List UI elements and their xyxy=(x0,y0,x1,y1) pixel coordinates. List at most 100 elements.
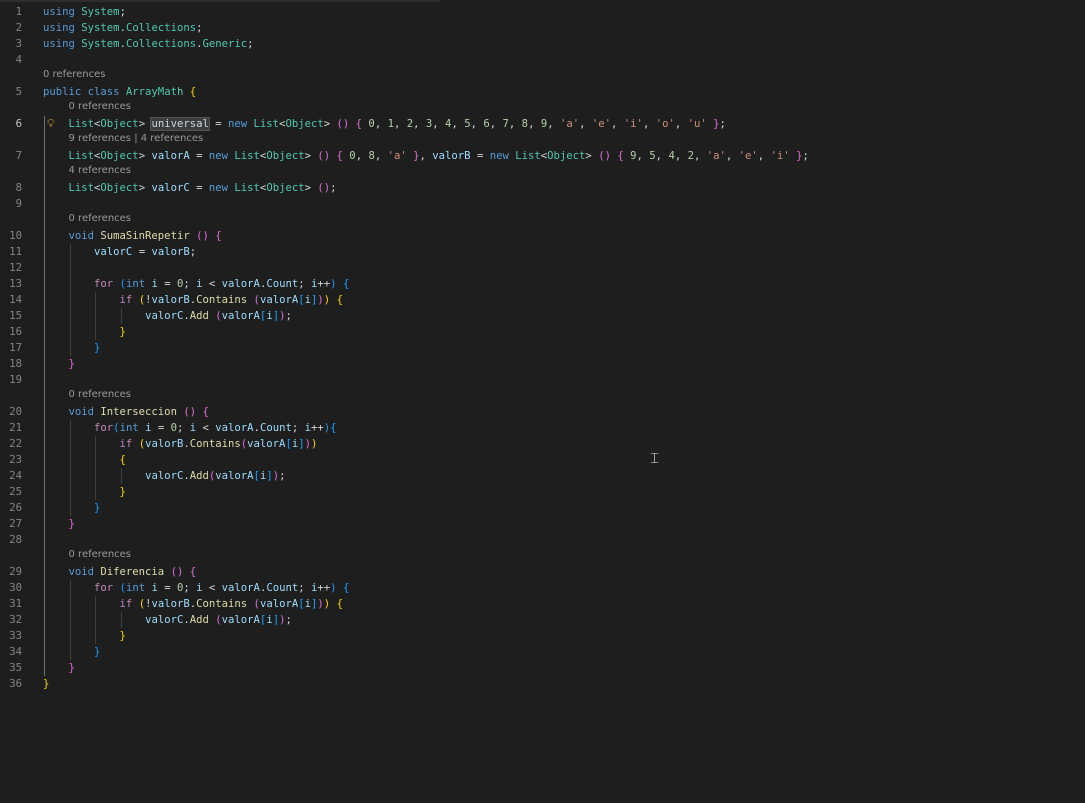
code-line[interactable]: 5 public class ArrayMath { xyxy=(0,84,1085,100)
codelens-references[interactable]: 0 references xyxy=(69,387,132,403)
code-line[interactable]: 31 if (!valorB.Contains (valorA[i])) { xyxy=(0,596,1085,612)
codelens-references[interactable]: 4 references xyxy=(69,163,132,179)
code-text[interactable]: valorC.Add(valorA[i]); xyxy=(43,468,285,484)
code-line[interactable]: 36} xyxy=(0,676,1085,692)
code-line[interactable]: 10 void SumaSinRepetir () { xyxy=(0,228,1085,244)
code-text[interactable]: List<Object> valorA = new List<Object> (… xyxy=(43,148,809,164)
code-text[interactable]: if (!valorB.Contains (valorA[i])) { xyxy=(43,292,343,308)
code-text[interactable]: if (valorB.Contains(valorA[i])) xyxy=(43,436,318,452)
code-line[interactable]: 20 void Interseccion () { xyxy=(0,404,1085,420)
code-line[interactable]: 22 if (valorB.Contains(valorA[i])) xyxy=(0,436,1085,452)
code-token: = xyxy=(157,278,177,290)
code-line[interactable]: 1 using System; xyxy=(0,4,1085,20)
code-token: 'u' xyxy=(687,118,707,130)
code-text[interactable]: public class ArrayMath { xyxy=(43,84,196,100)
code-text[interactable]: } xyxy=(43,660,75,676)
codelens-references[interactable]: 0 references xyxy=(69,547,132,563)
code-token: Object xyxy=(266,150,305,162)
code-token: valorA xyxy=(221,614,260,626)
code-text[interactable]: valorC.Add (valorA[i]); xyxy=(43,308,292,324)
code-text[interactable]: for(int i = 0; i < valorA.Count; i++){ xyxy=(43,420,337,436)
code-token: { xyxy=(342,582,350,594)
code-text[interactable]: using System; xyxy=(43,4,126,20)
code-line[interactable]: 32 valorC.Add (valorA[i]); xyxy=(0,612,1085,628)
code-line[interactable]: 4 xyxy=(0,52,1085,68)
code-text[interactable]: } xyxy=(43,356,75,372)
code-line[interactable]: 34 } xyxy=(0,644,1085,660)
code-line[interactable]: 3 using System.Collections.Generic; xyxy=(0,36,1085,52)
code-token: valorB xyxy=(145,438,184,450)
code-token: Object xyxy=(285,118,324,130)
code-line[interactable]: 9 xyxy=(0,196,1085,212)
indent-guide xyxy=(120,468,122,484)
code-text[interactable]: List<Object> valorC = new List<Object> (… xyxy=(43,180,337,196)
code-text[interactable]: valorC.Add (valorA[i]); xyxy=(43,612,292,628)
code-text[interactable]: } xyxy=(43,628,126,644)
code-text[interactable]: void Interseccion () { xyxy=(43,404,209,420)
code-line[interactable]: 14 if (!valorB.Contains (valorA[i])) { xyxy=(0,292,1085,308)
code-text[interactable]: for (int i = 0; i < valorA.Count; i++) { xyxy=(43,276,349,292)
code-token: ; xyxy=(291,422,305,434)
code-line[interactable]: 27 } xyxy=(0,516,1085,532)
code-token: Object xyxy=(266,182,305,194)
code-line[interactable]: 28 xyxy=(0,532,1085,548)
codelens-references[interactable]: 0 references xyxy=(69,211,132,227)
code-text[interactable]: for (int i = 0; i < valorA.Count; i++) { xyxy=(43,580,349,596)
code-text[interactable]: void SumaSinRepetir () { xyxy=(43,228,222,244)
code-token: , xyxy=(674,150,688,162)
code-text[interactable]: } xyxy=(43,484,126,500)
codelens-references[interactable]: 9 references | 4 references xyxy=(69,131,204,147)
code-line[interactable]: 23 { xyxy=(0,452,1085,468)
lightbulb-icon[interactable]: 💡︎ xyxy=(47,117,55,131)
code-line[interactable]: 11 valorC = valorB; xyxy=(0,244,1085,260)
code-line[interactable]: 24 valorC.Add(valorA[i]); xyxy=(0,468,1085,484)
code-line[interactable]: 25 } xyxy=(0,484,1085,500)
code-line[interactable]: 26 } xyxy=(0,500,1085,516)
code-token: void xyxy=(68,566,101,578)
code-text[interactable]: } xyxy=(43,676,49,692)
code-text[interactable]: void Diferencia () { xyxy=(43,564,197,580)
code-token: ; xyxy=(330,182,337,194)
code-line[interactable]: 18 } xyxy=(0,356,1085,372)
code-editor[interactable]: 1 using System; 2 using System.Collections;… xyxy=(0,0,1085,803)
code-line[interactable]: 29 void Diferencia () { xyxy=(0,564,1085,580)
code-text[interactable]: { xyxy=(43,452,126,468)
code-line[interactable]: 13 for (int i = 0; i < valorA.Count; i++… xyxy=(0,276,1085,292)
code-line[interactable]: 6 List<Object> universal = new List<Obje… xyxy=(0,116,1085,132)
code-text[interactable]: List<Object> universal = new List<Object… xyxy=(43,116,726,132)
code-line[interactable]: 8 List<Object> valorC = new List<Object>… xyxy=(0,180,1085,196)
code-text[interactable]: } xyxy=(43,324,126,340)
code-token: ; xyxy=(196,22,203,34)
code-text[interactable]: valorC = valorB; xyxy=(43,244,196,260)
code-line[interactable]: 12 xyxy=(0,260,1085,276)
codelens-references[interactable]: 0 references xyxy=(43,67,106,83)
code-text[interactable]: if (!valorB.Contains (valorA[i])) { xyxy=(43,596,343,612)
line-number: 36 xyxy=(9,678,22,690)
code-line[interactable]: 7 List<Object> valorA = new List<Object>… xyxy=(0,148,1085,164)
code-line[interactable]: 19 xyxy=(0,372,1085,388)
code-text[interactable]: } xyxy=(43,340,100,356)
code-text[interactable]: } xyxy=(43,644,100,660)
code-token: valorB xyxy=(151,598,190,610)
code-line[interactable]: 17 } xyxy=(0,340,1085,356)
code-line[interactable]: 21 for(int i = 0; i < valorA.Count; i++)… xyxy=(0,420,1085,436)
code-line[interactable]: 30 for (int i = 0; i < valorA.Count; i++… xyxy=(0,580,1085,596)
code-line[interactable]: 16 } xyxy=(0,324,1085,340)
code-token: } xyxy=(68,518,75,530)
code-line[interactable]: 35 } xyxy=(0,660,1085,676)
codelens-references[interactable]: 0 references xyxy=(69,99,132,115)
line-number: 8 xyxy=(15,182,22,194)
code-line[interactable]: 33 } xyxy=(0,628,1085,644)
code-line[interactable]: 15 valorC.Add (valorA[i]); xyxy=(0,308,1085,324)
code-token: , xyxy=(655,150,669,162)
code-token: new xyxy=(489,150,516,162)
code-text[interactable]: using System.Collections; xyxy=(43,20,203,36)
code-text[interactable]: } xyxy=(43,516,75,532)
code-token: valorC xyxy=(151,182,190,194)
code-text[interactable]: using System.Collections.Generic; xyxy=(43,36,254,52)
code-text[interactable]: } xyxy=(43,500,100,516)
code-line[interactable]: 2 using System.Collections; xyxy=(0,20,1085,36)
